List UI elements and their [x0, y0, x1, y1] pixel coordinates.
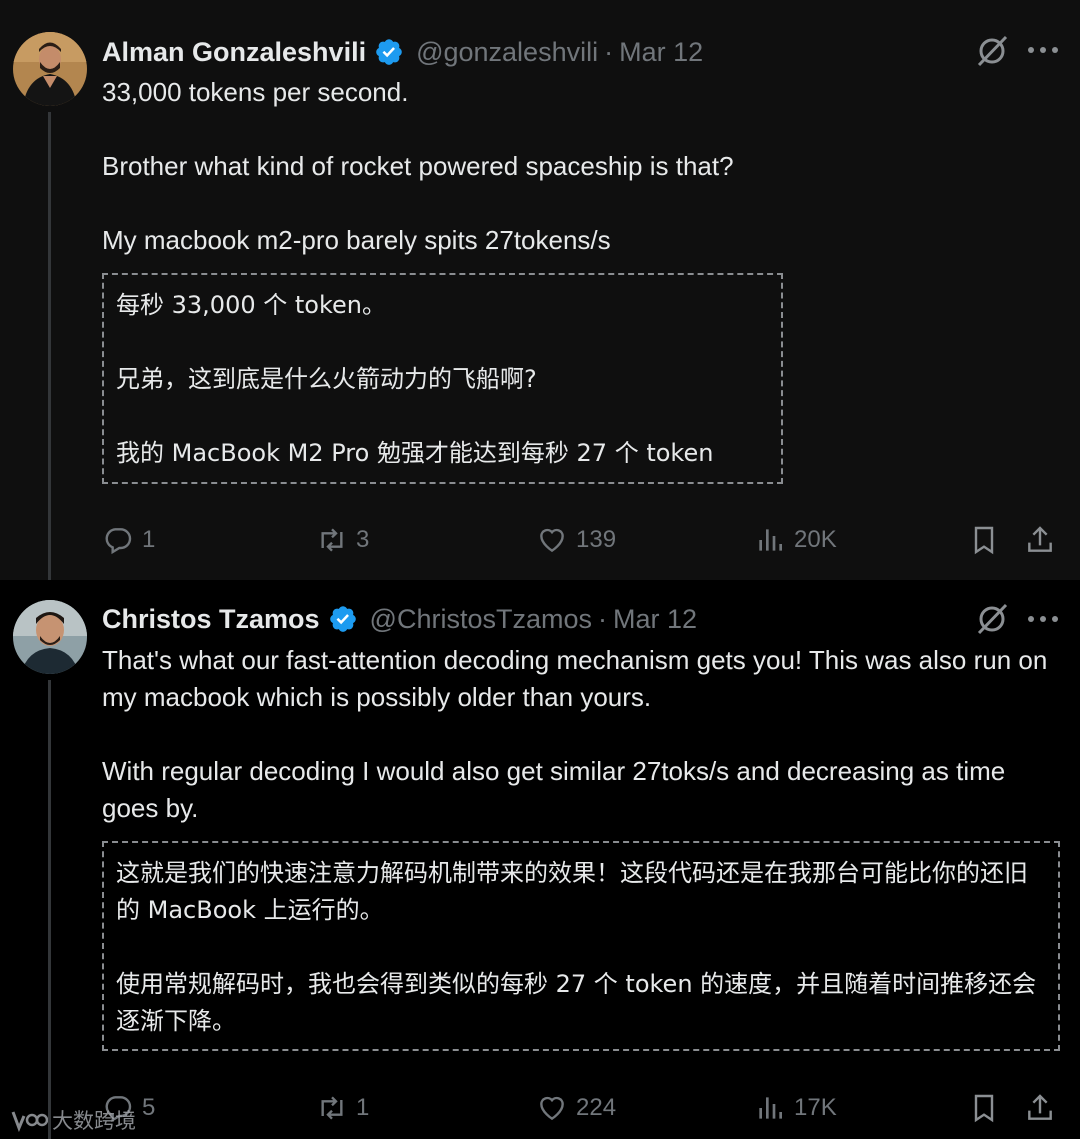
watermark: 大数跨境: [10, 1105, 136, 1135]
reply-count: 1: [142, 526, 156, 553]
repost-button[interactable]: 1: [316, 1088, 369, 1128]
bookmark-button[interactable]: [968, 520, 1008, 560]
tweet-1[interactable]: Alman Gonzaleshvili @gonzaleshvili · Mar…: [0, 0, 1080, 580]
tweet-paragraph: Brother what kind of rocket powered spac…: [102, 151, 734, 181]
repost-icon: [321, 1096, 343, 1120]
tweet-date[interactable]: Mar 12: [613, 604, 697, 635]
views-button[interactable]: 17K: [754, 1088, 837, 1128]
translation-box: 这就是我们的快速注意力解码机制带来的效果！这段代码还是在我那台可能比你的还旧的 …: [102, 841, 1060, 1051]
thread-line: [48, 112, 51, 580]
like-count: 224: [576, 1094, 617, 1121]
views-button[interactable]: 20K: [754, 520, 837, 560]
translation-box: 每秒 33,000 个 token。 兄弟，这到底是什么火箭动力的飞船啊? 我的…: [102, 273, 783, 484]
tweet-text: That's what our fast-attention decoding …: [102, 642, 1064, 827]
bookmark-icon: [974, 526, 994, 555]
action-bar: 1 3 139 20K: [102, 520, 1062, 560]
author-name[interactable]: Alman Gonzaleshvili: [102, 37, 366, 68]
translation-paragraph: 我的 MacBook M2 Pro 勉强才能达到每秒 27 个 token: [116, 439, 714, 467]
tweet-date[interactable]: Mar 12: [619, 37, 703, 68]
watermark-text: 大数跨境: [52, 1109, 136, 1133]
tweet-2[interactable]: Christos Tzamos @ChristosTzamos · Mar 12…: [0, 580, 1080, 1139]
verified-badge-icon: [376, 39, 402, 65]
separator: ·: [604, 36, 614, 67]
more-icon[interactable]: [1026, 44, 1060, 56]
more-icon[interactable]: [1026, 613, 1060, 625]
avatar[interactable]: [13, 32, 87, 106]
views-icon: [759, 529, 782, 551]
tweet-paragraph: My macbook m2-pro barely spits 27tokens/…: [102, 225, 611, 255]
bookmark-button[interactable]: [968, 1088, 1008, 1128]
translation-paragraph: 每秒 33,000 个 token。: [116, 291, 386, 319]
grok-icon[interactable]: [973, 32, 1011, 70]
avatar[interactable]: [13, 600, 87, 674]
share-icon: [1028, 1094, 1052, 1120]
tweet-header: Alman Gonzaleshvili @gonzaleshvili · Mar…: [102, 32, 703, 72]
view-count: 17K: [794, 1094, 837, 1121]
tweet-paragraph: With regular decoding I would also get s…: [102, 756, 1006, 823]
watermark-logo-icon: [11, 1111, 48, 1132]
tweet-text: 33,000 tokens per second. Brother what k…: [102, 74, 1052, 259]
views-icon: [759, 1097, 782, 1119]
author-handle[interactable]: @gonzaleshvili: [416, 37, 598, 68]
share-button[interactable]: [1024, 520, 1064, 560]
thread-line: [48, 680, 51, 1139]
repost-icon: [321, 528, 343, 552]
bookmark-icon: [974, 1094, 994, 1123]
translation-paragraph: 这就是我们的快速注意力解码机制带来的效果！这段代码还是在我那台可能比你的还旧的 …: [116, 859, 1028, 924]
grok-icon[interactable]: [973, 600, 1011, 638]
translation-paragraph: 使用常规解码时，我也会得到类似的每秒 27 个 token 的速度，并且随着时间…: [116, 970, 1037, 1035]
reply-count: 5: [142, 1094, 156, 1121]
repost-button[interactable]: 3: [316, 520, 369, 560]
view-count: 20K: [794, 526, 837, 553]
author-handle[interactable]: @ChristosTzamos: [370, 604, 592, 635]
like-button[interactable]: 224: [536, 1088, 616, 1128]
tweet-header: Christos Tzamos @ChristosTzamos · Mar 12: [102, 599, 697, 639]
reply-button[interactable]: 1: [102, 520, 155, 560]
separator: ·: [598, 603, 607, 634]
repost-count: 3: [356, 526, 370, 553]
share-button[interactable]: [1024, 1088, 1064, 1128]
translation-paragraph: 兄弟，这到底是什么火箭动力的飞船啊?: [116, 365, 537, 393]
like-icon: [540, 528, 564, 553]
action-bar: 5 1 224 17K: [102, 1088, 1062, 1128]
like-button[interactable]: 139: [536, 520, 616, 560]
author-name[interactable]: Christos Tzamos: [102, 604, 320, 635]
tweet-paragraph: That's what our fast-attention decoding …: [102, 645, 1048, 712]
like-count: 139: [576, 526, 617, 553]
repost-count: 1: [356, 1094, 370, 1121]
like-icon: [540, 1096, 564, 1121]
share-icon: [1028, 526, 1052, 552]
tweet-paragraph: 33,000 tokens per second.: [102, 77, 409, 107]
reply-icon: [105, 528, 132, 555]
verified-badge-icon: [329, 606, 356, 632]
